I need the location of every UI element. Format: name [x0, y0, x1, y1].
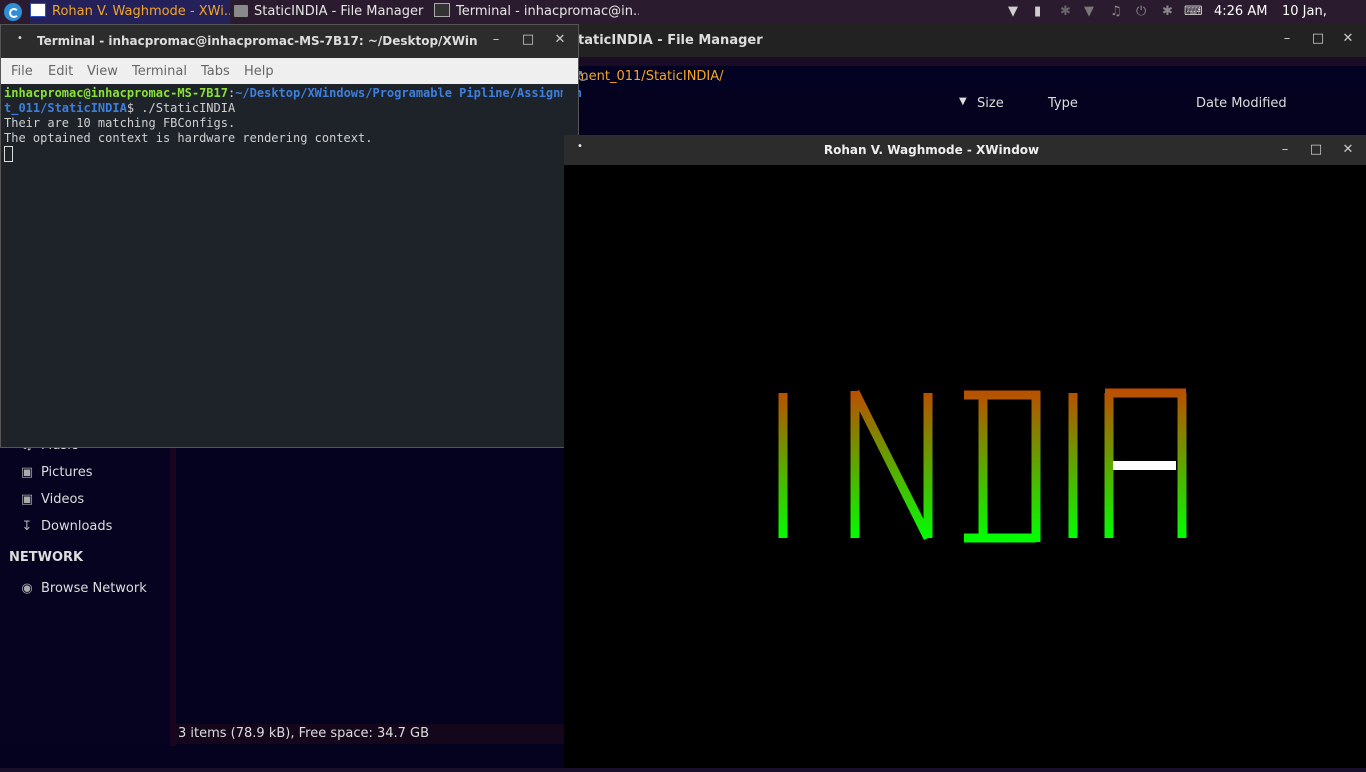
sort-arrow-icon[interactable]: ▼ — [959, 96, 967, 107]
letter-n-diagonal-stroke — [850, 389, 933, 541]
minimize-button[interactable]: – — [489, 33, 503, 47]
status-text: 3 items (78.9 kB), Free space: 34.7 GB — [178, 726, 430, 741]
opengl-canvas[interactable] — [564, 165, 1366, 768]
command-text: $ ./StaticINDIA — [126, 101, 236, 115]
status-bar: 3 items (78.9 kB), Free space: 34.7 GB — [176, 724, 564, 744]
sidebar-splitter[interactable] — [170, 424, 176, 746]
minimize-button[interactable]: – — [1278, 143, 1292, 157]
terminal-window: • Terminal - inhacpromac@inhacpromac-MS-… — [0, 24, 582, 448]
clock[interactable]: 4:26 AM — [1214, 0, 1267, 24]
menu-terminal[interactable]: Terminal — [132, 64, 187, 79]
downloads-icon: ↧ — [21, 519, 33, 534]
window-menu-icon[interactable]: • — [17, 33, 23, 44]
prompt-path-cont: t_011/StaticINDIA — [4, 101, 127, 115]
battery-icon[interactable]: ▮ — [1034, 4, 1041, 19]
power-icon[interactable]: ⏻ — [1136, 4, 1146, 19]
terminal-output[interactable]: inhacpromac@inhacpromac-MS-7B17:~/Deskto… — [4, 86, 582, 446]
menu-view[interactable]: View — [87, 64, 118, 79]
xwindow: • Rohan V. Waghmode - XWindow – □ ✕ — [564, 135, 1366, 768]
network-icon: ◉ — [21, 581, 33, 596]
india-rendering — [778, 388, 1187, 543]
prompt-path: ~/Desktop/XWindows/Programable Pipline/A… — [235, 86, 582, 100]
sidebar-item-pictures[interactable]: ▣ Pictures — [20, 465, 93, 480]
menu-tabs[interactable]: Tabs — [201, 64, 230, 79]
xwindow-titlebar[interactable]: • Rohan V. Waghmode - XWindow – □ ✕ — [564, 135, 1366, 165]
close-button[interactable]: ✕ — [1341, 143, 1355, 157]
keyboard-icon[interactable]: ⌨ — [1184, 4, 1203, 19]
output-line: The optained context is hardware renderi… — [4, 131, 373, 145]
refresh-icon[interactable]: ↻ — [576, 66, 1358, 88]
maximize-button[interactable]: □ — [1311, 32, 1325, 46]
close-button[interactable]: ✕ — [553, 33, 567, 47]
maximize-button[interactable]: □ — [1309, 143, 1323, 157]
window-title: Rohan V. Waghmode - XWindow — [823, 143, 1040, 157]
menu-help[interactable]: Help — [244, 64, 274, 79]
volume-icon[interactable]: ♫ — [1110, 4, 1122, 19]
letter-a-white-bar — [1113, 461, 1176, 470]
file-manager-titlebar[interactable]: taticINDIA - File Manager – □ ✕ — [560, 24, 1366, 57]
terminal-titlebar[interactable]: • Terminal - inhacpromac@inhacpromac-MS-… — [1, 25, 578, 58]
window-title: Terminal - inhacpromac@inhacpromac-MS-7B… — [37, 34, 477, 48]
column-size[interactable]: Size — [977, 96, 1004, 111]
bluetooth-tray-icon[interactable]: ✱ — [1162, 4, 1173, 19]
close-button[interactable]: ✕ — [1341, 32, 1355, 46]
minimize-button[interactable]: – — [1280, 32, 1294, 46]
prompt-user: inhacpromac@inhacpromac-MS-7B17 — [4, 86, 228, 100]
column-type[interactable]: Type — [1048, 96, 1078, 111]
terminal-icon — [434, 3, 450, 17]
column-date-modified[interactable]: Date Modified — [1196, 96, 1287, 111]
wifi-icon[interactable]: ▼ — [1008, 4, 1018, 19]
sidebar-item-videos[interactable]: ▣ Videos — [20, 492, 84, 507]
window-title: taticINDIA - File Manager — [578, 33, 763, 48]
pictures-icon: ▣ — [20, 465, 34, 480]
terminal-cursor — [4, 146, 13, 162]
taskbar-task-file-manager[interactable]: StaticINDIA - File Manager — [234, 0, 424, 24]
taskbar: Rohan V. Waghmode - XWi... StaticINDIA -… — [0, 0, 1366, 43]
file-list-header: ▼ Size Type Date Modified — [576, 96, 1366, 116]
terminal-menubar: File Edit View Terminal Tabs Help — [1, 58, 578, 84]
sidebar-item-downloads[interactable]: ↧ Downloads — [20, 519, 113, 534]
sidebar: ♫Music ▣Pictures ▣Videos ↧Downloads NETW… — [0, 424, 170, 744]
sidebar-item-browse-network[interactable]: ◉ Browse Network — [20, 581, 146, 596]
menu-file[interactable]: File — [11, 64, 33, 79]
app-menu-icon[interactable] — [4, 3, 22, 21]
window-icon — [30, 3, 46, 17]
videos-icon: ▣ — [20, 492, 34, 507]
menu-edit[interactable]: Edit — [48, 64, 73, 79]
bluetooth-icon[interactable]: ✱ — [1060, 4, 1071, 19]
taskbar-task-xwindow[interactable]: Rohan V. Waghmode - XWi... — [30, 0, 230, 24]
network-heading: NETWORK — [9, 550, 84, 565]
network-icon[interactable]: ▼ — [1084, 4, 1094, 19]
maximize-button[interactable]: □ — [521, 33, 535, 47]
location-bar[interactable]: ment_011/StaticINDIA/ ↻ — [576, 66, 1366, 88]
output-line: Their are 10 matching FBConfigs. — [4, 116, 236, 130]
folder-icon — [234, 5, 248, 17]
taskbar-task-terminal[interactable]: Terminal - inhacpromac@in... — [434, 0, 639, 24]
